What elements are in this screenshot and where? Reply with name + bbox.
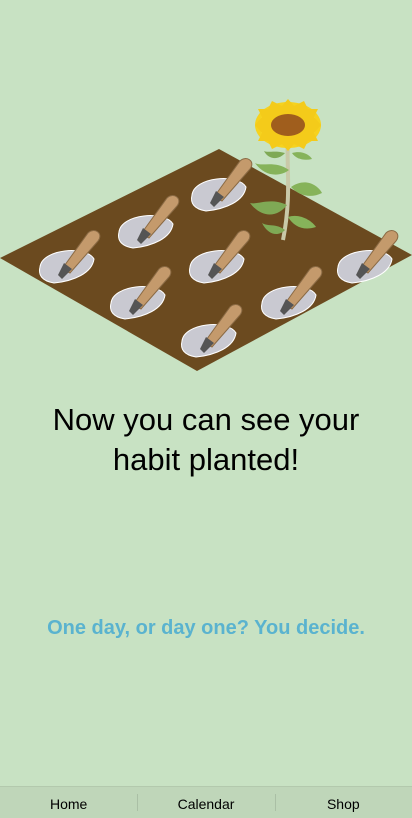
planted-spots	[39, 158, 399, 358]
onboarding-screen: Now you can see your habit planted! One …	[0, 0, 412, 818]
headline-line-2: habit planted!	[112, 442, 300, 477]
onboarding-headline: Now you can see your habit planted!	[20, 400, 392, 480]
bottom-tab-bar: Home Calendar Shop	[0, 786, 412, 818]
headline-line-1: Now you can see your	[52, 402, 360, 437]
tab-calendar[interactable]: Calendar	[137, 787, 274, 818]
tab-home[interactable]: Home	[0, 787, 137, 818]
tab-shop[interactable]: Shop	[274, 787, 412, 818]
garden-illustration	[0, 99, 412, 371]
onboarding-tagline: One day, or day one? You decide.	[47, 617, 365, 639]
